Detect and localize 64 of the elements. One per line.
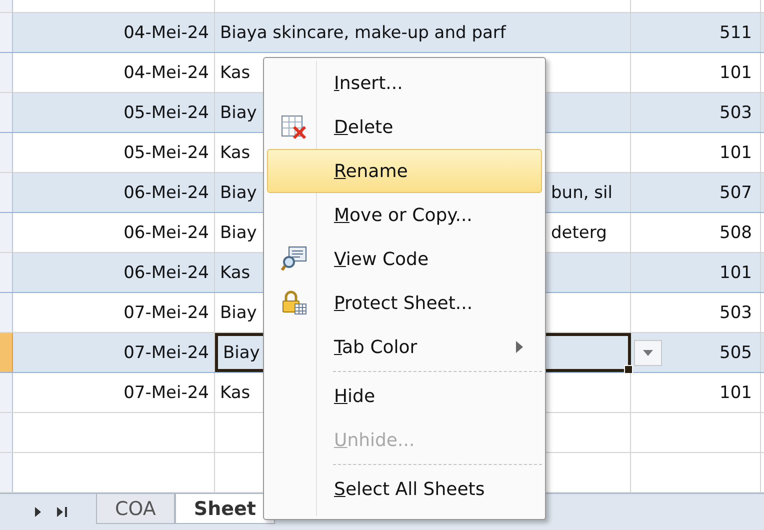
row-header[interactable] xyxy=(0,413,13,452)
table-cell: 101 xyxy=(720,262,752,282)
last-sheet-icon[interactable] xyxy=(56,506,68,518)
table-cell: 05-Mei-24 xyxy=(124,142,209,162)
table-cell: Biay xyxy=(223,342,260,362)
table-cell: 101 xyxy=(720,382,752,402)
sheet-tab[interactable]: Sheet xyxy=(174,494,275,524)
table-cell: Kas xyxy=(220,142,250,162)
table-cell: 511 xyxy=(720,22,752,42)
table-cell: 101 xyxy=(720,62,752,82)
row-header[interactable] xyxy=(0,453,13,492)
delete-sheet-icon xyxy=(281,114,307,140)
row-header[interactable] xyxy=(0,253,13,292)
menu-item[interactable]: Rename xyxy=(267,149,542,193)
table-cell: Biay xyxy=(220,182,257,202)
menu-item[interactable]: Insert... xyxy=(267,61,542,105)
table-cell: 507 xyxy=(720,182,752,202)
table-cell: 05-Mei-24 xyxy=(124,102,209,122)
caret-icon xyxy=(643,350,653,356)
menu-item[interactable]: Move or Copy... xyxy=(267,193,542,237)
fill-handle[interactable] xyxy=(624,365,633,374)
table-cell: Kas xyxy=(220,382,250,402)
padlock-icon xyxy=(281,290,307,316)
menu-item[interactable]: Protect Sheet... xyxy=(267,281,542,325)
row-header[interactable] xyxy=(0,93,13,132)
table-cell: 04-Mei-24 xyxy=(124,22,209,42)
table-cell: 04-Mei-24 xyxy=(124,62,209,82)
table-cell: Biaya skincare, make-up and parf xyxy=(220,22,506,42)
row-header[interactable] xyxy=(0,0,13,12)
table-cell: 07-Mei-24 xyxy=(124,382,209,402)
row-header[interactable] xyxy=(0,13,13,52)
table-cell: 07-Mei-24 xyxy=(124,342,209,362)
table-cell: bun, sil xyxy=(551,182,612,202)
menu-item[interactable]: Tab Color xyxy=(267,325,542,369)
table-cell: Biay xyxy=(220,102,257,122)
menu-item[interactable]: View Code xyxy=(267,237,542,281)
table-cell: 508 xyxy=(720,222,752,242)
next-sheet-icon[interactable] xyxy=(34,506,42,518)
table-cell: 06-Mei-24 xyxy=(124,222,209,242)
menu-item[interactable]: Hide xyxy=(267,374,542,418)
row-header[interactable] xyxy=(0,173,13,212)
row-header[interactable] xyxy=(0,333,13,372)
dropdown-button[interactable] xyxy=(634,340,662,366)
table-cell: 06-Mei-24 xyxy=(124,182,209,202)
table-cell: 07-Mei-24 xyxy=(124,302,209,322)
row-header[interactable] xyxy=(0,293,13,332)
table-cell: 503 xyxy=(720,302,752,322)
table-cell: 06-Mei-24 xyxy=(124,262,209,282)
table-cell: Biay xyxy=(220,302,257,322)
table-cell: Kas xyxy=(220,62,250,82)
sheet-tab[interactable]: COA xyxy=(96,494,175,524)
row-header[interactable] xyxy=(0,133,13,172)
table-cell: Biay xyxy=(220,222,257,242)
row-header[interactable] xyxy=(0,53,13,92)
row-header[interactable] xyxy=(0,213,13,252)
table-cell: Kas xyxy=(220,262,250,282)
magnifier-document-icon xyxy=(281,246,307,272)
table-cell: 101 xyxy=(720,142,752,162)
table-cell: deterg xyxy=(551,222,607,242)
table-cell: 505 xyxy=(720,342,752,362)
table-cell: 503 xyxy=(720,102,752,122)
submenu-arrow-icon xyxy=(516,341,523,353)
row-header[interactable] xyxy=(0,373,13,412)
menu-item[interactable]: Delete xyxy=(267,105,542,149)
